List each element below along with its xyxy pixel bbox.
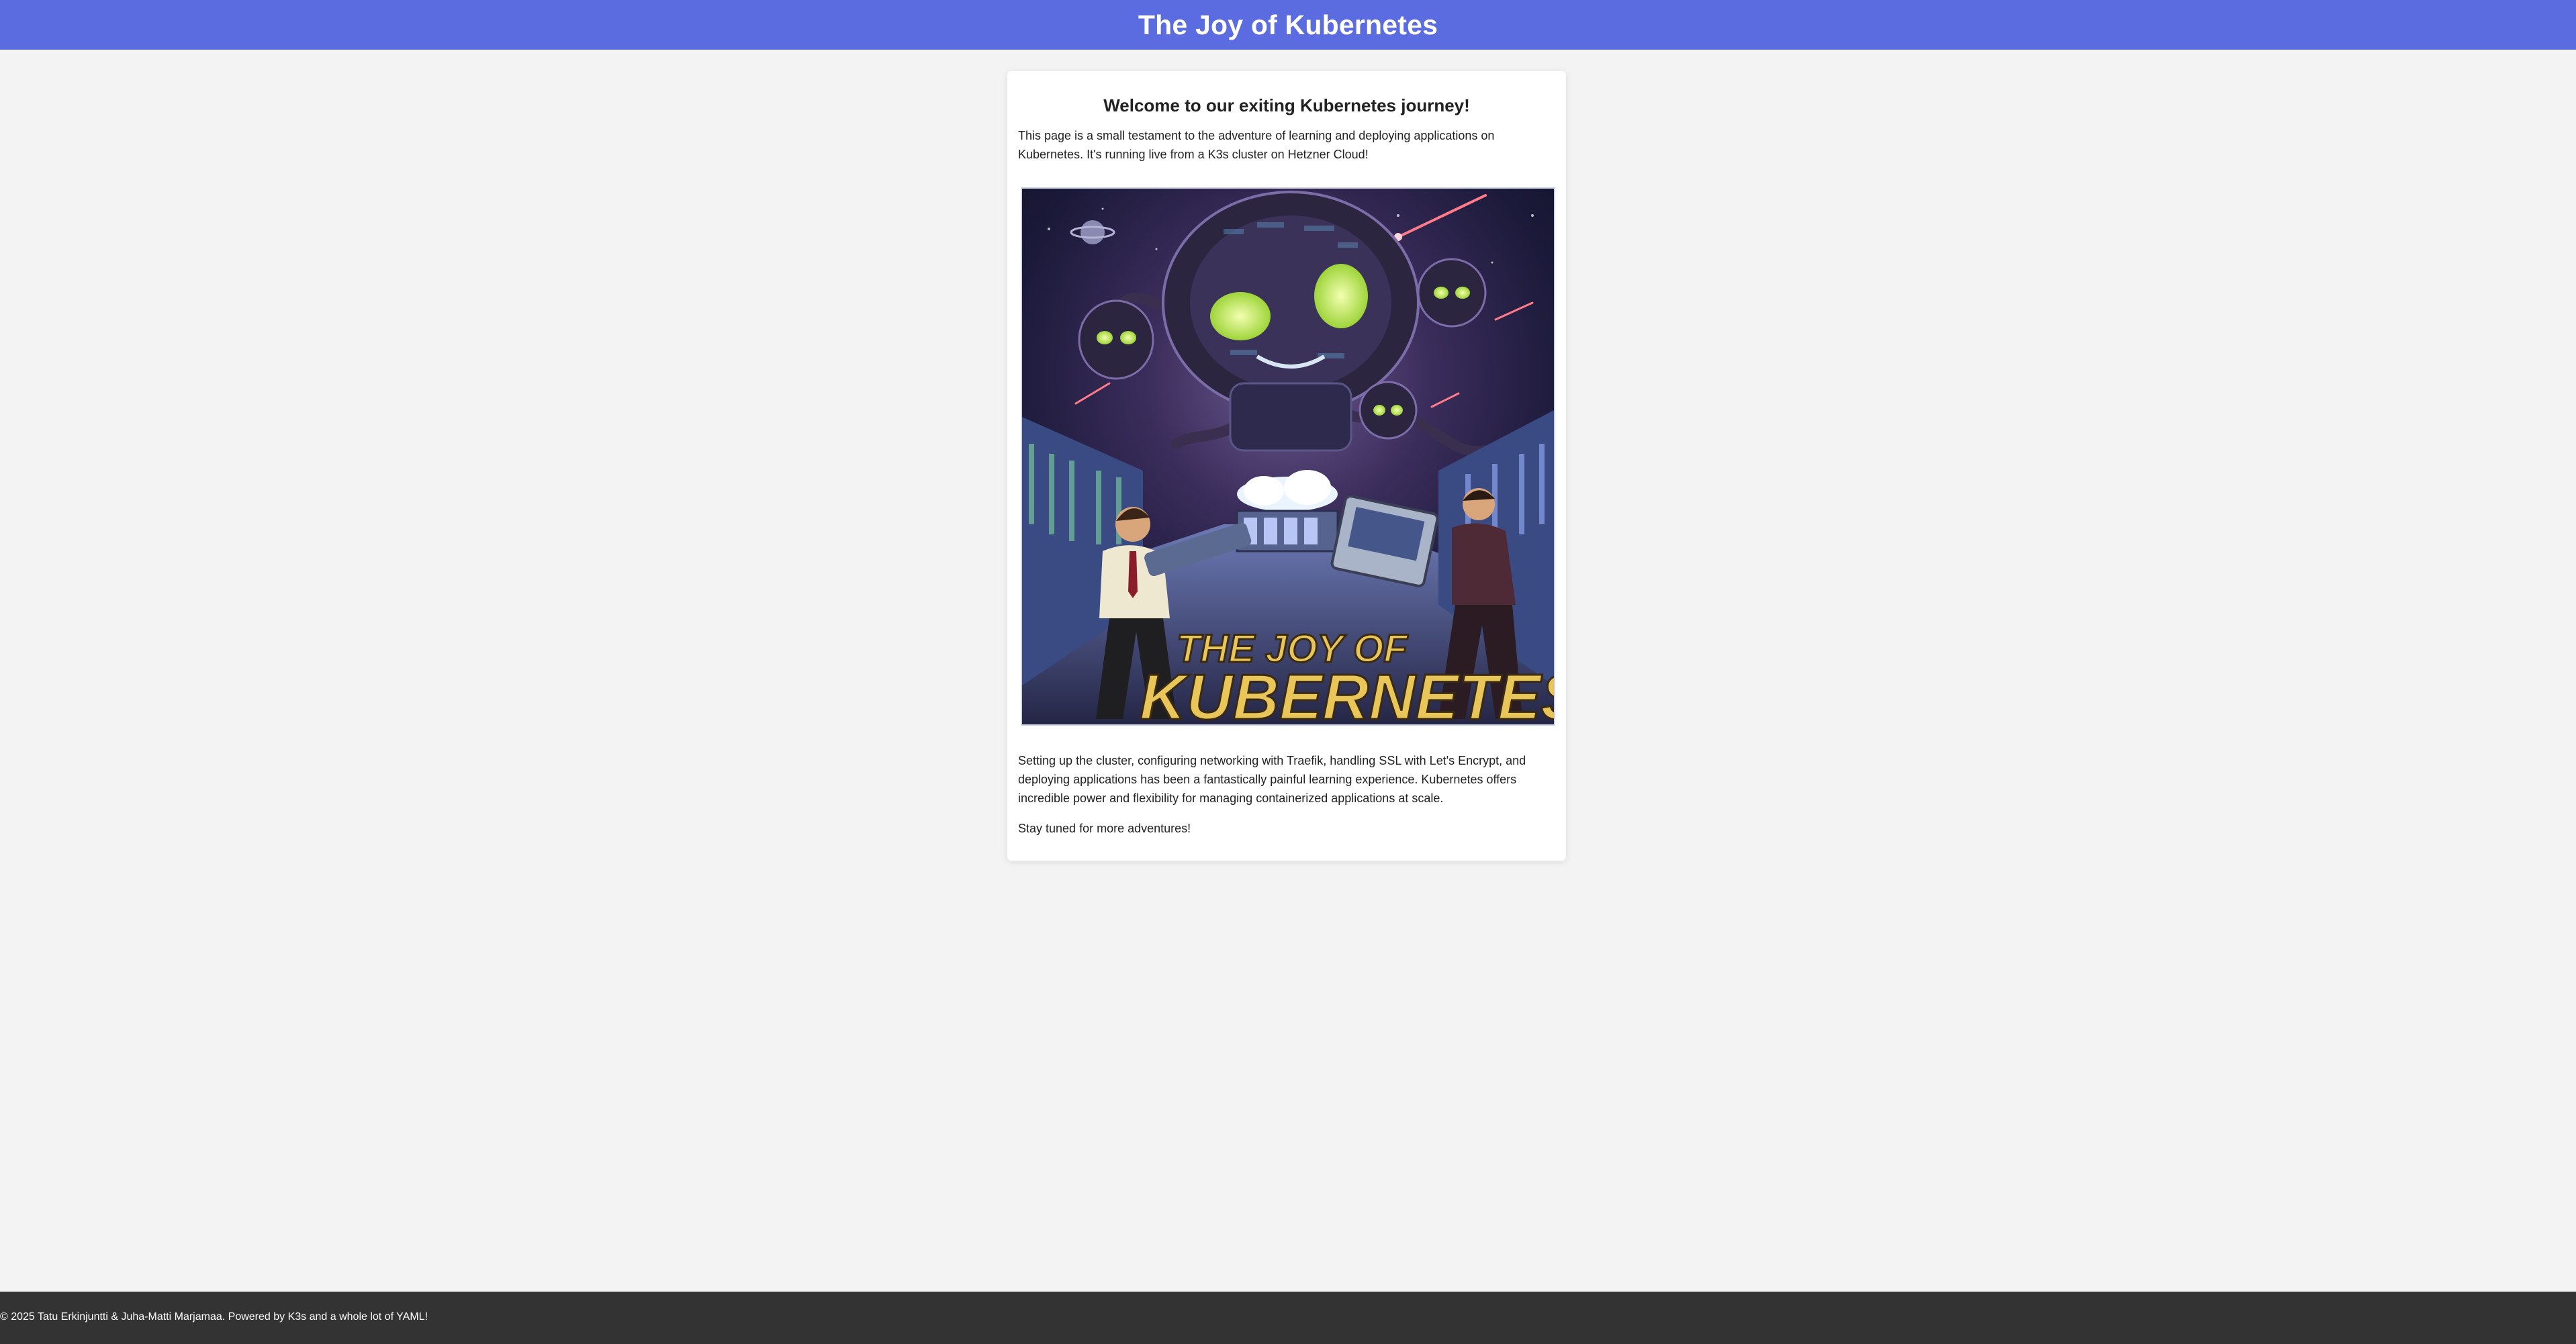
- intro-paragraph: This page is a small testament to the ad…: [1018, 129, 1495, 161]
- site-header: The Joy of Kubernetes: [0, 0, 2576, 50]
- footer-text: © 2025 Tatu Erkinjuntti & Juha-Matti Mar…: [0, 1311, 428, 1323]
- content-card: Welcome to our exiting Kubernetes journe…: [1007, 71, 1566, 861]
- kubernetes-poster-image: THE JOY OF KUBERNETES: [1021, 187, 1555, 726]
- body-paragraph: Setting up the cluster, configuring netw…: [1018, 754, 1526, 805]
- site-title: The Joy of Kubernetes: [1138, 9, 1438, 40]
- site-footer: © 2025 Tatu Erkinjuntti & Juha-Matti Mar…: [0, 1292, 2576, 1344]
- poster-title-line2: KUBERNETES: [1140, 661, 1554, 724]
- page: The Joy of Kubernetes Welcome to our exi…: [0, 0, 2576, 1344]
- closing-paragraph: Stay tuned for more adventures!: [1018, 822, 1191, 835]
- welcome-heading: Welcome to our exiting Kubernetes journe…: [1103, 95, 1470, 115]
